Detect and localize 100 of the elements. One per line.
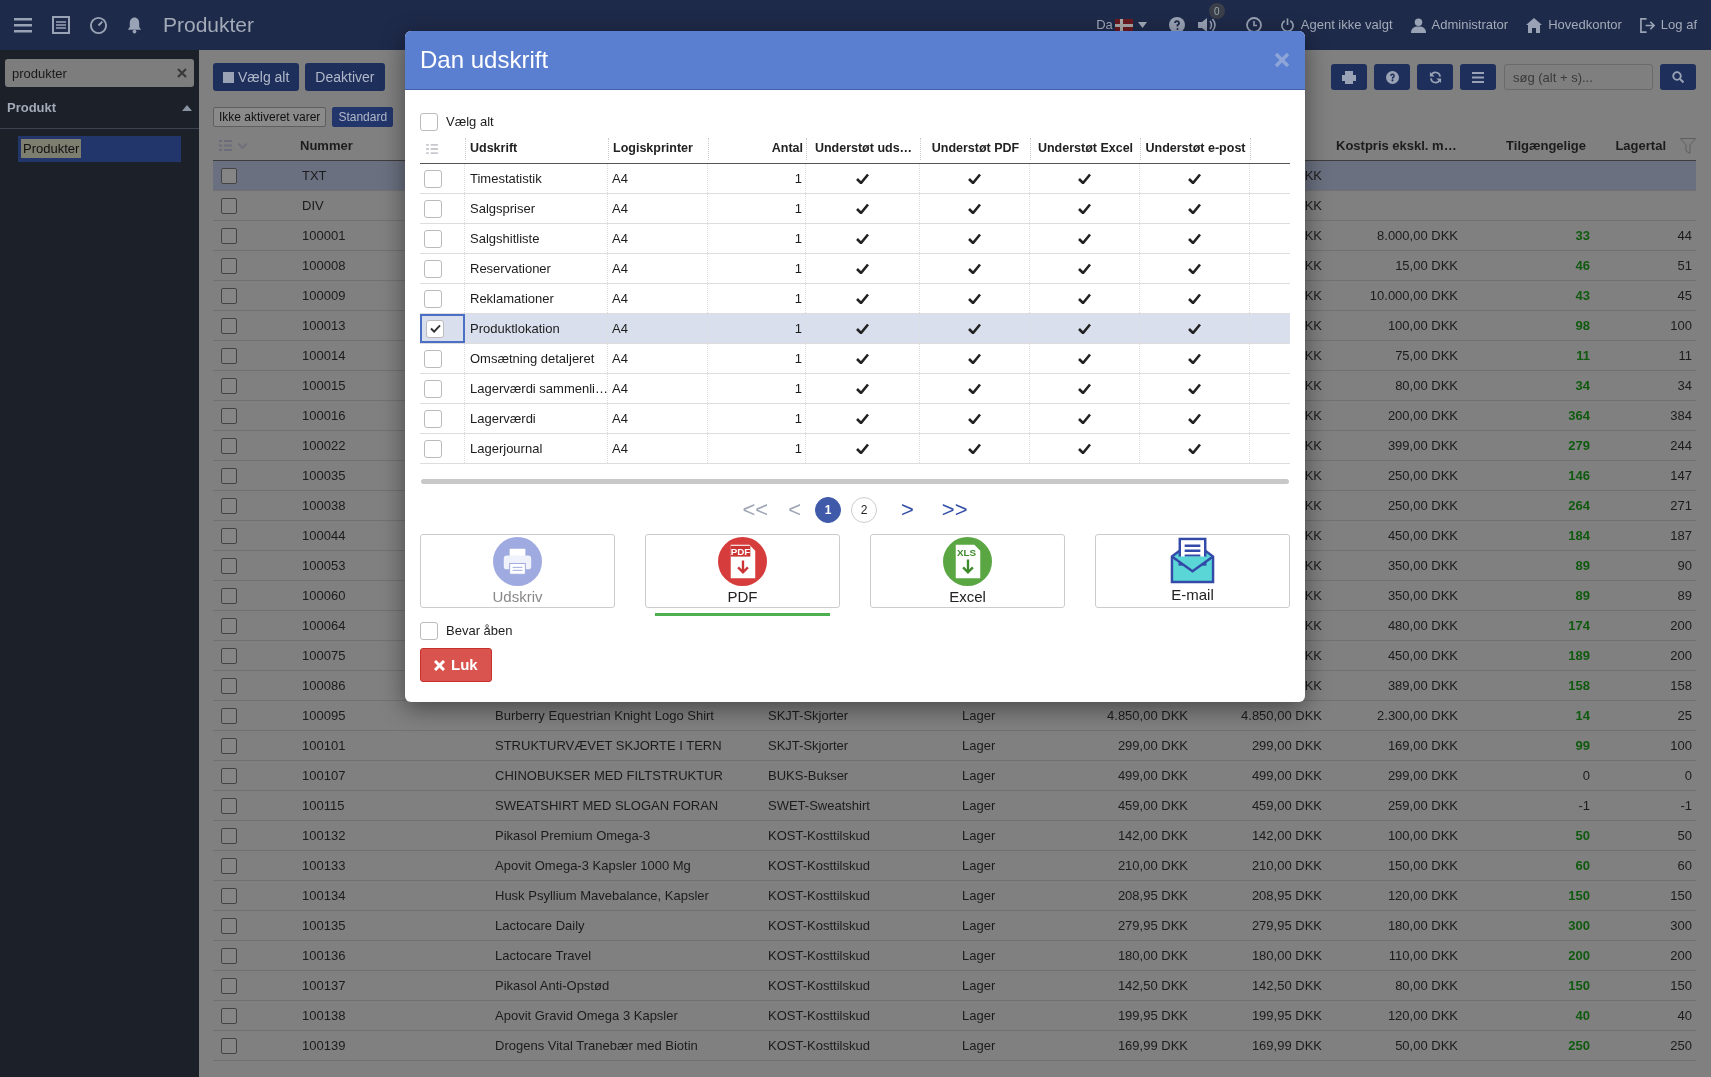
row-checkbox[interactable] xyxy=(221,617,237,634)
user-link[interactable]: Administrator xyxy=(1410,15,1509,35)
select-all-button[interactable]: Vælg alt xyxy=(213,63,300,91)
next-page-link[interactable]: > xyxy=(901,499,914,521)
column-header[interactable]: Lagertal xyxy=(1615,135,1666,156)
row-checkbox[interactable] xyxy=(221,167,237,184)
page-button[interactable]: 1 xyxy=(815,497,841,523)
table-row[interactable]: 100115 SWEATSHIRT MED SLOGAN FORAN SWET-Sweatshirt Lager 459,00 DKK 459,00 DKK 259,00 DKK -1 -1 xyxy=(213,791,1696,821)
table-row[interactable]: Omsætning detaljeret A4 1 xyxy=(420,344,1290,374)
column-header[interactable]: Understøt e-post xyxy=(1140,137,1250,160)
sidebar-item[interactable]: Produkter xyxy=(18,135,181,162)
location-link[interactable]: Hovedkontor xyxy=(1526,15,1622,35)
bell-icon[interactable] xyxy=(126,16,143,34)
table-row[interactable]: 100135 Lactocare Daily KOST-Kosttilskud Lager 279,95 DKK 279,95 DKK 180,00 DKK 300 300 xyxy=(213,911,1696,941)
column-header[interactable]: Understøt uds… xyxy=(806,137,920,160)
clear-icon[interactable] xyxy=(177,68,187,78)
row-checkbox[interactable] xyxy=(221,467,237,484)
deactivate-button[interactable]: Deaktiver xyxy=(305,63,385,91)
row-checkbox[interactable] xyxy=(221,887,237,904)
row-checkbox[interactable] xyxy=(221,677,237,694)
logout-link[interactable]: Log af xyxy=(1639,15,1697,35)
list-icon[interactable] xyxy=(52,16,70,34)
search-field[interactable]: søg (alt + s)... xyxy=(1504,64,1653,90)
row-checkbox[interactable] xyxy=(221,557,237,574)
row-checkbox[interactable] xyxy=(426,319,444,338)
clock-icon[interactable] xyxy=(1245,17,1262,33)
row-checkbox[interactable] xyxy=(221,377,237,394)
table-row[interactable]: 100101 STRUKTURVÆVET SKJORTE I TERN SKJT-Skjorter Lager 299,00 DKK 299,00 DKK 169,00 DKK 99 100 xyxy=(213,731,1696,761)
column-header[interactable]: Tilgængelige xyxy=(1462,135,1594,156)
row-checkbox[interactable] xyxy=(424,229,442,248)
filter-icon[interactable] xyxy=(1680,137,1696,154)
close-button[interactable]: Luk xyxy=(420,648,492,682)
row-checkbox[interactable] xyxy=(424,379,442,398)
email-output-button[interactable]: E-mail xyxy=(1095,534,1290,608)
row-checkbox[interactable] xyxy=(424,409,442,428)
row-checkbox[interactable] xyxy=(221,947,237,964)
table-row[interactable]: 100137 Pikasol Anti-Opstød KOST-Kosttilskud Lager 142,50 DKK 142,50 DKK 80,00 DKK 150 150 xyxy=(213,971,1696,1001)
table-row[interactable]: 100133 Apovit Omega-3 Kapsler 1000 Mg KOST-Kosttilskud Lager 210,00 DKK 210,00 DKK 150,00 DKK 60 60 xyxy=(213,851,1696,881)
excel-output-button[interactable]: XLS Excel xyxy=(870,534,1065,608)
row-checkbox[interactable] xyxy=(221,707,237,724)
row-checkbox[interactable] xyxy=(221,917,237,934)
select-all-checkbox[interactable]: Vælg alt xyxy=(420,112,1290,132)
row-checkbox[interactable] xyxy=(221,257,237,274)
column-header[interactable]: Understøt PDF xyxy=(920,137,1030,160)
row-checkbox[interactable] xyxy=(221,1007,237,1024)
table-row[interactable]: 100136 Lactocare Travel KOST-Kosttilskud Lager 180,00 DKK 180,00 DKK 110,00 DKK 200 200 xyxy=(213,941,1696,971)
row-checkbox[interactable] xyxy=(424,289,442,308)
column-header[interactable]: Antal xyxy=(708,137,806,160)
row-checkbox[interactable] xyxy=(221,647,237,664)
keep-open-checkbox[interactable]: Bevar åben xyxy=(420,621,1290,641)
filter-tag[interactable]: Ikke aktiveret varer xyxy=(213,107,327,127)
row-checkbox[interactable] xyxy=(221,497,237,514)
row-checkbox[interactable] xyxy=(424,259,442,278)
scrollbar[interactable] xyxy=(421,479,1289,484)
row-checkbox[interactable] xyxy=(221,227,237,244)
row-checkbox[interactable] xyxy=(221,347,237,364)
column-header[interactable]: Understøt Excel xyxy=(1030,137,1140,160)
last-page-link[interactable]: >> xyxy=(941,499,968,521)
column-header[interactable]: Logiskprinter xyxy=(608,137,708,160)
row-checkbox[interactable] xyxy=(221,977,237,994)
speaker-icon[interactable] xyxy=(1196,17,1216,33)
gauge-icon[interactable] xyxy=(89,15,108,35)
row-checkbox[interactable] xyxy=(221,857,237,874)
table-row[interactable]: 100134 Husk Psyllium Mavebalance, Kapsler KOST-Kosttilskud Lager 208,95 DKK 208,95 DKK 120,00 DKK 150 150 xyxy=(213,881,1696,911)
table-row[interactable]: Produktlokation A4 1 xyxy=(420,314,1290,344)
pdf-output-button[interactable]: PDF PDF xyxy=(645,534,840,608)
search-button[interactable] xyxy=(1660,64,1696,90)
row-checkbox[interactable] xyxy=(221,527,237,544)
filter-tag[interactable]: Standard xyxy=(332,107,394,127)
row-checkbox[interactable] xyxy=(221,1037,237,1054)
refresh-button[interactable] xyxy=(1417,64,1453,90)
language-selector[interactable]: Da xyxy=(1096,15,1147,35)
row-checkbox[interactable] xyxy=(221,437,237,454)
row-checkbox[interactable] xyxy=(424,349,442,368)
menu-icon[interactable] xyxy=(14,17,32,33)
section-header[interactable]: Produkt xyxy=(0,98,199,129)
row-checkbox[interactable] xyxy=(221,197,237,214)
agent-link[interactable]: Agent ikke valgt xyxy=(1279,15,1393,35)
row-checkbox[interactable] xyxy=(221,737,237,754)
row-checkbox[interactable] xyxy=(221,407,237,424)
table-row[interactable]: Lagerjournal A4 1 xyxy=(420,434,1290,464)
row-checkbox[interactable] xyxy=(221,797,237,814)
table-row[interactable]: Salgspriser A4 1 xyxy=(420,194,1290,224)
table-row[interactable]: Timestatistik A4 1 xyxy=(420,164,1290,194)
table-row[interactable]: 100132 Pikasol Premium Omega-3 KOST-Kosttilskud Lager 142,00 DKK 142,00 DKK 100,00 DKK 50 50 xyxy=(213,821,1696,851)
table-row[interactable]: Reservationer A4 1 xyxy=(420,254,1290,284)
search-field[interactable]: produkter xyxy=(5,59,194,87)
table-row[interactable]: 100138 Apovit Gravid Omega 3 Kapsler KOST-Kosttilskud Lager 199,95 DKK 199,95 DKK 120,00 DKK 40 40 xyxy=(213,1001,1696,1031)
help-button[interactable] xyxy=(1374,64,1410,90)
row-checkbox[interactable] xyxy=(221,767,237,784)
row-checkbox[interactable] xyxy=(424,169,442,188)
row-checkbox[interactable] xyxy=(221,827,237,844)
row-checkbox[interactable] xyxy=(221,587,237,604)
row-checkbox[interactable] xyxy=(424,439,442,458)
table-row[interactable]: 100139 Drogens Vital Tranebær med Biotin KOST-Kosttilskud Lager 169,99 DKK 169,99 DKK 50,00 DKK 250 250 xyxy=(213,1031,1696,1061)
row-checkbox[interactable] xyxy=(221,287,237,304)
table-row[interactable]: 100107 CHINOBUKSER MED FILTSTRUKTUR BUKS-Bukser Lager 499,00 DKK 499,00 DKK 299,00 DKK 0 0 xyxy=(213,761,1696,791)
close-icon[interactable] xyxy=(1274,52,1290,68)
row-checkbox[interactable] xyxy=(424,199,442,218)
columns-button[interactable] xyxy=(1460,64,1496,90)
